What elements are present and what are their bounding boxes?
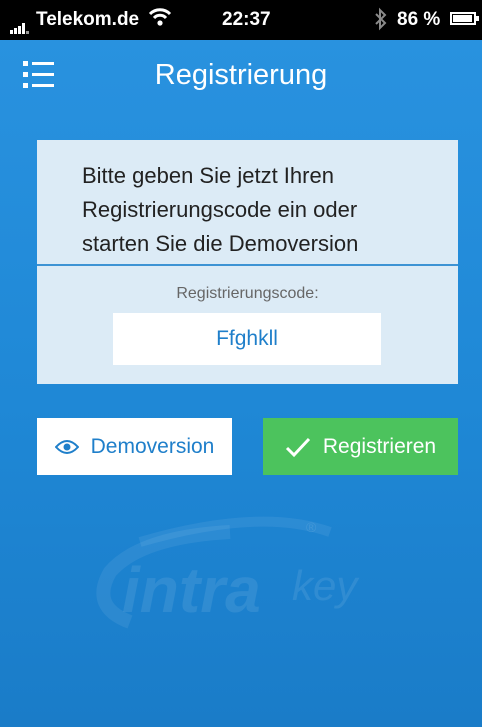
bluetooth-icon	[374, 7, 388, 37]
registration-prompt: Bitte geben Sie jetzt Ihren Registrierun…	[82, 163, 359, 256]
checkmark-icon	[285, 436, 311, 458]
eye-icon	[54, 439, 79, 455]
clock: 22:37	[222, 9, 271, 30]
registration-card: Bitte geben Sie jetzt Ihren Registrierun…	[37, 140, 458, 384]
wifi-icon	[148, 6, 172, 34]
register-button[interactable]: Registrieren	[263, 418, 458, 475]
demo-version-button[interactable]: Demoversion	[37, 418, 232, 475]
logo-text-key: key	[292, 562, 360, 609]
app-screen: Telekom.de 22:37 86 % Registrierung Bitt…	[0, 0, 482, 727]
status-bar: Telekom.de 22:37 86 %	[0, 0, 482, 40]
logo-text-intra: intra	[122, 554, 261, 626]
card-divider	[37, 264, 458, 266]
battery-icon	[450, 12, 479, 25]
battery-percentage: 86 %	[397, 9, 441, 30]
page-title: Registrierung	[154, 59, 328, 91]
intrakey-logo-watermark: intra key ®	[80, 512, 420, 632]
signal-strength-icon	[10, 12, 30, 34]
logo-registered-mark: ®	[306, 519, 317, 535]
register-label: Registrieren	[322, 434, 437, 458]
demo-version-label: Demoversion	[90, 434, 215, 458]
registration-code-input[interactable]	[113, 313, 381, 365]
registration-code-label: Registrierungscode:	[176, 285, 319, 302]
carrier-name: Telekom.de	[36, 9, 140, 30]
